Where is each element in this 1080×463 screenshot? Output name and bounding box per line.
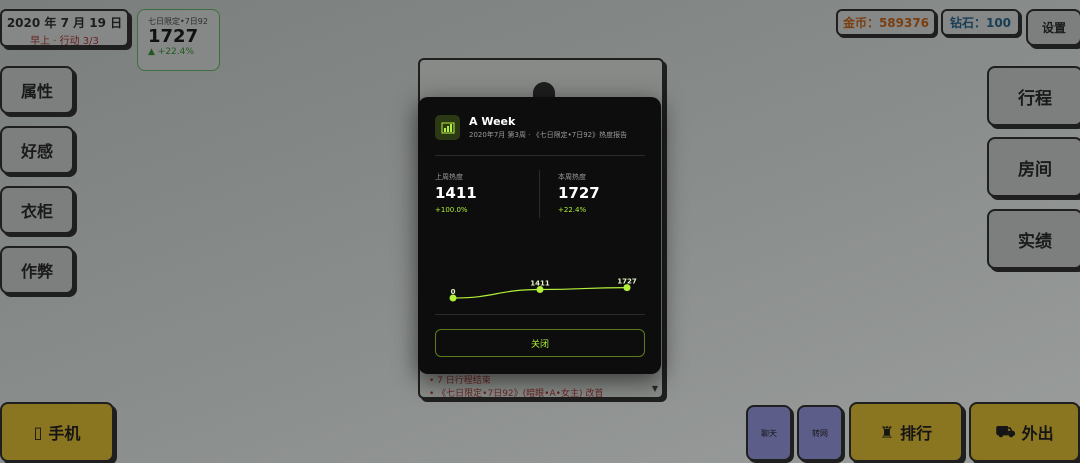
go-out-label: 外出: [1021, 424, 1054, 443]
this-week-stat: 本周热度 1727 +22.4%: [558, 172, 600, 214]
modal-subtitle: 2020年7月 第3周 · 《七日限定•7日92》热度报告: [469, 131, 628, 139]
car-icon: ⛟: [995, 421, 1016, 441]
last-week-label: 上周热度: [435, 173, 463, 181]
bar-chart-icon: [435, 115, 460, 140]
log-line: • 《七日限定•7日92》(暗眼•A•女主) 改首: [429, 389, 604, 399]
go-out-button[interactable]: ⛟ 外出: [969, 402, 1080, 462]
time-action-text: 早上 · 行动 3/3: [30, 36, 99, 47]
phone-button[interactable]: ▯ 手机: [0, 402, 114, 462]
last-week-stat: 上周热度 1411 +100.0%: [435, 172, 477, 214]
diamond-counter: 钻石：100: [941, 9, 1020, 36]
modal-title: A Week: [469, 115, 516, 128]
modal-divider: [435, 314, 645, 315]
ranking-button[interactable]: ♜ 排行: [849, 402, 963, 462]
log-line: • 7 日行程结束: [429, 376, 491, 386]
ranking-label: 排行: [900, 424, 933, 443]
modal-divider: [435, 155, 645, 156]
phone-icon: ▯: [33, 422, 43, 442]
heat-badge-value: 1727: [148, 26, 199, 47]
stat-separator: [539, 170, 540, 218]
trophy-icon: ♜: [879, 422, 895, 442]
attributes-button[interactable]: 属性: [0, 66, 74, 114]
phone-label: 手机: [48, 424, 81, 443]
affection-button[interactable]: 好感: [0, 126, 74, 174]
heat-data-label: 0: [451, 288, 456, 296]
gold-counter: 金币：589376: [836, 9, 936, 36]
room-button[interactable]: 房间: [987, 137, 1080, 197]
schedule-button[interactable]: 行程: [987, 66, 1080, 126]
event-log: • 7 日行程结束 • 《七日限定•7日92》(暗眼•A•女主) 改首: [429, 375, 603, 401]
date-status-box: 2020 年 7 月 19 日 早上 · 行动 3/3: [0, 9, 129, 47]
last-week-value: 1411: [435, 184, 477, 202]
chat-button[interactable]: 聊天: [746, 405, 792, 461]
this-week-value: 1727: [558, 184, 600, 202]
heat-badge-delta: ▲ +22.4%: [148, 47, 194, 57]
settings-button[interactable]: 设置: [1026, 9, 1080, 46]
heat-data-label: 1411: [530, 280, 550, 288]
last-week-delta: +100.0%: [435, 206, 468, 214]
chat-label: 聊天: [761, 428, 777, 438]
wardrobe-button[interactable]: 衣柜: [0, 186, 74, 234]
date-text: 2020 年 7 月 19 日: [6, 16, 123, 30]
heat-badge[interactable]: 七日限定•7日92 1727 ▲ +22.4%: [137, 9, 220, 71]
heat-trend-chart: 0 1411 1727: [449, 278, 637, 302]
scroll-down-icon[interactable]: ▼: [652, 384, 658, 393]
weekly-report-modal: A Week 2020年7月 第3周 · 《七日限定•7日92》热度报告 上周热…: [418, 97, 661, 374]
transfer-button[interactable]: 转网: [797, 405, 843, 461]
achievements-button[interactable]: 实绩: [987, 209, 1080, 269]
cheat-button[interactable]: 作弊: [0, 246, 74, 294]
this-week-label: 本周热度: [558, 173, 586, 181]
this-week-delta: +22.4%: [558, 206, 587, 214]
close-button[interactable]: 关闭: [435, 329, 645, 357]
transfer-label: 转网: [812, 428, 828, 438]
heat-data-label: 1727: [617, 278, 637, 286]
